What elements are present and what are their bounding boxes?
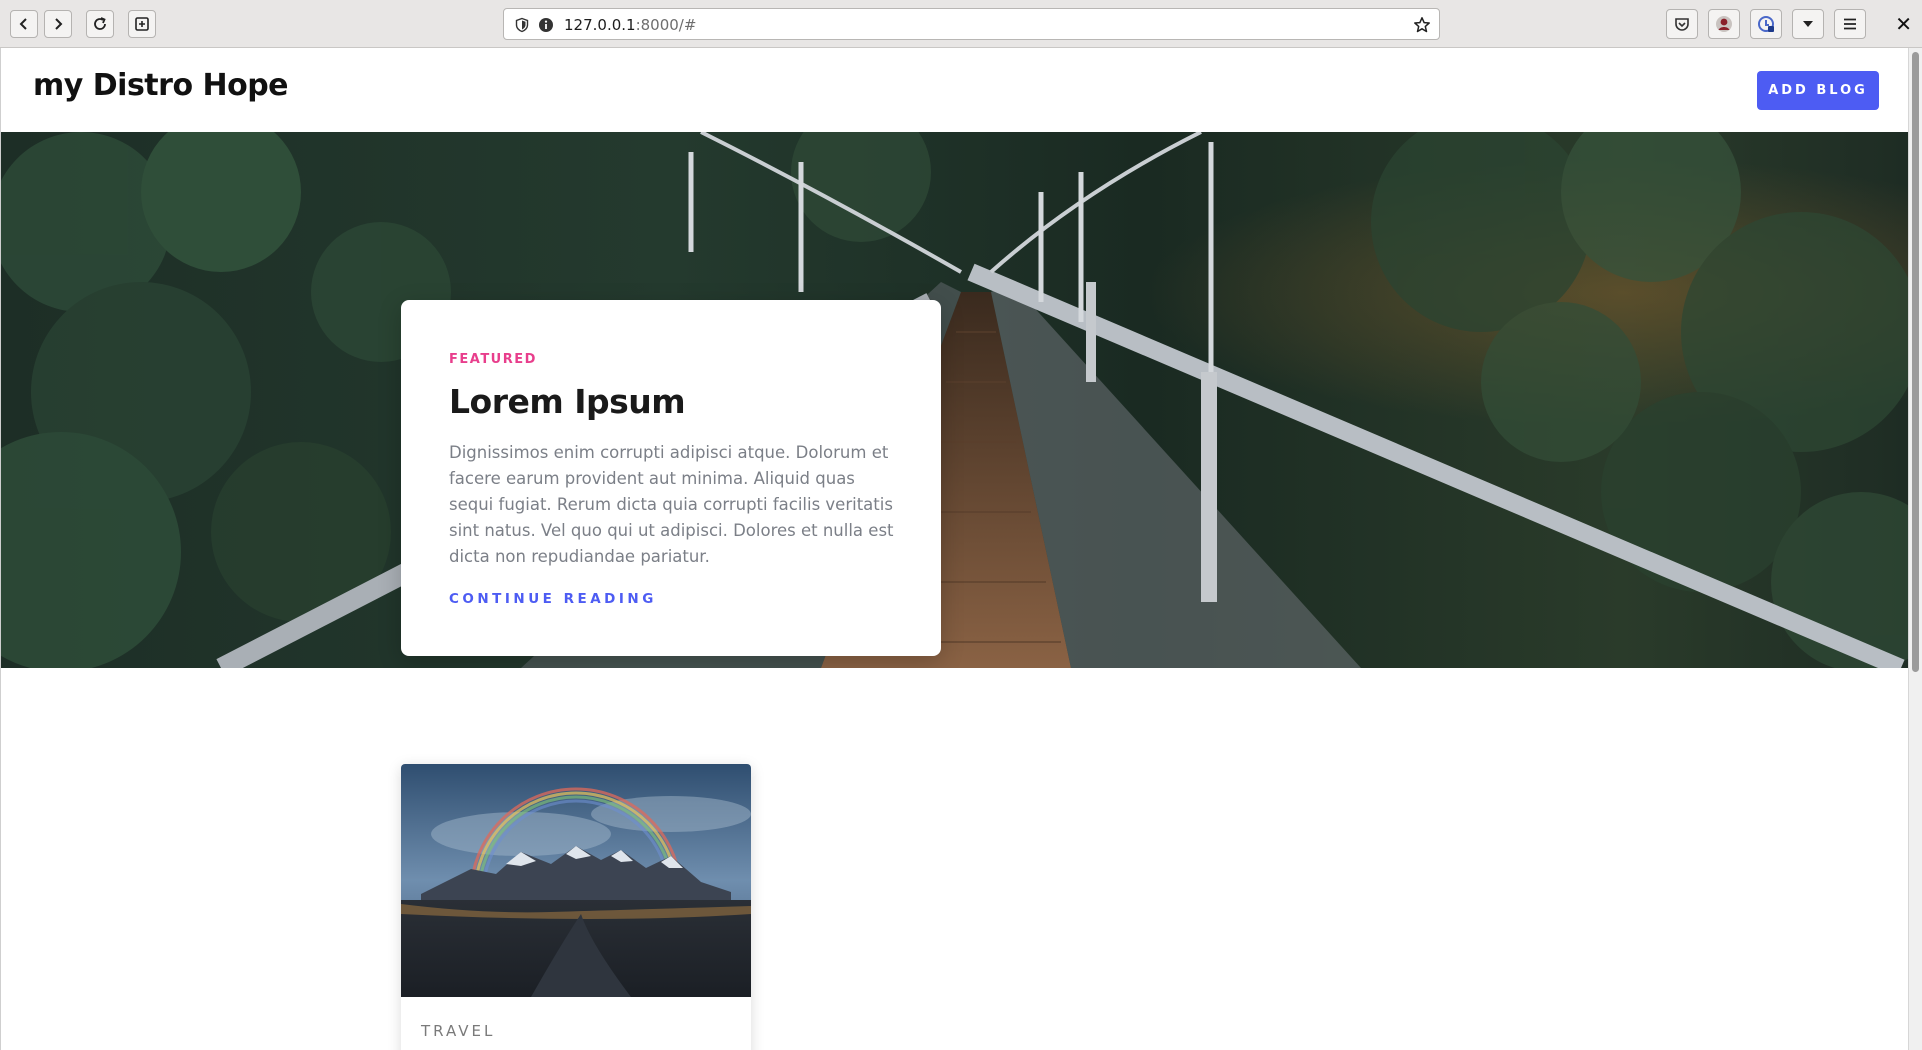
- post-mountain-image: [401, 764, 751, 997]
- featured-card: FEATURED Lorem Ipsum Dignissimos enim co…: [401, 300, 941, 656]
- hero-bridge-image: [1, 132, 1908, 668]
- browser-toolbar: 127.0.0.1:8000/# ✕: [0, 0, 1922, 48]
- url-path: :8000/#: [635, 16, 697, 34]
- new-tab-icon: [135, 17, 149, 31]
- close-icon[interactable]: ✕: [1895, 12, 1912, 36]
- continue-reading-link[interactable]: CONTINUE READING: [449, 591, 657, 607]
- reload-icon: [94, 17, 106, 30]
- profile-button[interactable]: [1708, 9, 1740, 39]
- forward-button[interactable]: [44, 10, 72, 38]
- site-brand[interactable]: my Distro Hope: [33, 68, 289, 103]
- dropdown-icon: [1803, 21, 1813, 27]
- back-icon: [19, 18, 27, 30]
- site-header: my Distro Hope ADD BLOG: [1, 48, 1908, 132]
- shield-icon: [515, 17, 529, 33]
- dropdown-button[interactable]: [1792, 9, 1824, 39]
- extension-button[interactable]: [1750, 9, 1782, 39]
- star-icon[interactable]: [1413, 16, 1431, 34]
- featured-title[interactable]: Lorem Ipsum: [449, 382, 686, 421]
- back-button[interactable]: [10, 10, 38, 38]
- post-card[interactable]: TRAVEL: [401, 764, 751, 1050]
- pocket-button[interactable]: [1666, 9, 1698, 39]
- url-bar[interactable]: 127.0.0.1:8000/#: [503, 8, 1440, 40]
- forward-icon: [55, 18, 63, 30]
- profile-icon: [1716, 16, 1732, 32]
- featured-label: FEATURED: [449, 352, 537, 367]
- new-tab-button[interactable]: [128, 10, 156, 38]
- post-category: TRAVEL: [421, 1022, 496, 1040]
- page-scrollbar[interactable]: [1908, 48, 1922, 1050]
- featured-excerpt: Dignissimos enim corrupti adipisci atque…: [449, 443, 894, 566]
- menu-button[interactable]: [1834, 9, 1866, 39]
- hero-section: FEATURED Lorem Ipsum Dignissimos enim co…: [1, 132, 1908, 668]
- reload-button[interactable]: [86, 10, 114, 38]
- pocket-icon: [1675, 18, 1689, 31]
- url-text: 127.0.0.1:8000/#: [564, 16, 696, 34]
- add-blog-button[interactable]: ADD BLOG: [1757, 71, 1879, 110]
- info-icon[interactable]: [538, 17, 554, 33]
- scrollbar-thumb[interactable]: [1912, 52, 1919, 672]
- menu-icon: [1844, 18, 1856, 30]
- extension-icon: [1758, 16, 1774, 32]
- page: my Distro Hope ADD BLOG FEATURED Lorem I…: [0, 48, 1908, 1050]
- url-host: 127.0.0.1: [564, 16, 636, 34]
